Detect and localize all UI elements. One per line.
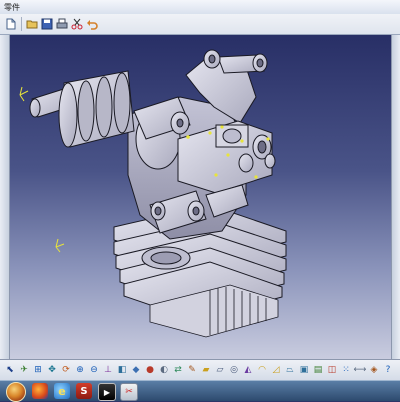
pocket-icon[interactable]: ▱	[214, 364, 226, 376]
pan-icon[interactable]: ✥	[46, 364, 58, 376]
draft-icon[interactable]: ⏢	[284, 364, 296, 376]
print-icon[interactable]	[55, 17, 69, 31]
left-docking-strip	[0, 35, 10, 359]
shell-icon[interactable]: ▣	[298, 364, 310, 376]
start-orb-icon[interactable]	[6, 382, 26, 402]
save-icon[interactable]	[40, 17, 54, 31]
windows-taskbar: e S ▶ ✂	[0, 380, 400, 402]
mirror-icon[interactable]: ◫	[326, 364, 338, 376]
3d-viewport[interactable]	[10, 35, 391, 359]
new-file-icon[interactable]	[4, 17, 18, 31]
axis-triad-lower	[55, 238, 65, 253]
swap-space-icon[interactable]: ⇄	[172, 364, 184, 376]
firefox-icon[interactable]	[32, 383, 48, 399]
pattern-icon[interactable]: ⁙	[340, 364, 352, 376]
engine-model[interactable]	[10, 35, 391, 359]
normal-view-icon[interactable]: ⊥	[102, 364, 114, 376]
cut-icon[interactable]	[70, 17, 84, 31]
sketch-icon[interactable]: ✎	[186, 364, 198, 376]
media-player-icon[interactable]: ▶	[98, 383, 116, 401]
standard-toolbar	[0, 14, 400, 35]
fit-all-icon[interactable]: ⊞	[32, 364, 44, 376]
rotate-icon[interactable]: ⟳	[60, 364, 72, 376]
fly-mode-icon[interactable]: ✈	[18, 364, 30, 376]
toolbar-separator	[21, 17, 22, 31]
hide-show-icon[interactable]: ◐	[158, 364, 170, 376]
undo-icon[interactable]	[85, 17, 99, 31]
shaft-icon[interactable]: ◭	[242, 364, 254, 376]
screenshot-tool-icon[interactable]: ✂	[120, 383, 138, 401]
exhaust-port	[141, 246, 191, 270]
right-docking-strip	[391, 35, 400, 359]
crankshaft	[29, 70, 135, 148]
measure-icon[interactable]: ⟷	[354, 364, 367, 376]
window-title-bar: 零件	[0, 0, 400, 15]
chamfer-icon[interactable]: ◿	[270, 364, 282, 376]
select-arrow-icon[interactable]: ⬉	[4, 364, 16, 376]
axis-triad-left	[19, 86, 29, 102]
thickness-icon[interactable]: ▤	[312, 364, 324, 376]
iso-view-icon[interactable]: ◆	[130, 364, 142, 376]
window-title: 零件	[4, 3, 20, 12]
catia-s-icon[interactable]: S	[76, 383, 92, 399]
fillet-icon[interactable]: ◠	[256, 364, 268, 376]
internet-explorer-icon[interactable]: e	[54, 383, 70, 399]
bottom-toolbar: ⬉ ✈ ⊞ ✥ ⟳ ⊕ ⊖ ⊥ ◧ ◆ ● ◐ ⇄ ✎ ▰ ▱ ◎ ◭ ◠ ◿ …	[0, 359, 400, 380]
material-icon[interactable]: ◈	[368, 364, 380, 376]
zoom-in-icon[interactable]: ⊕	[74, 364, 86, 376]
hole-icon[interactable]: ◎	[228, 364, 240, 376]
open-folder-icon[interactable]	[25, 17, 39, 31]
help-icon[interactable]: ?	[382, 364, 394, 376]
catia-s-label: S	[80, 385, 88, 397]
pad-icon[interactable]: ▰	[200, 364, 212, 376]
multi-view-icon[interactable]: ◧	[116, 364, 128, 376]
shading-icon[interactable]: ●	[144, 364, 156, 376]
zoom-out-icon[interactable]: ⊖	[88, 364, 100, 376]
